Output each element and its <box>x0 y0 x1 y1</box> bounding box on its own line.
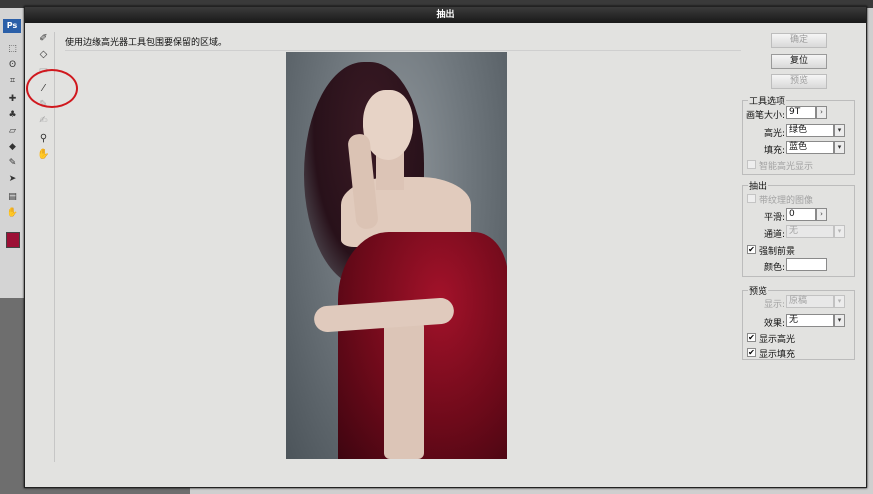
path-select-tool-icon[interactable]: ➤ <box>6 174 19 185</box>
show-highlight-checkbox[interactable]: ✔ <box>747 333 756 342</box>
photoshop-logo: Ps <box>3 19 21 33</box>
show-label: 显示: <box>763 300 785 310</box>
edge-highlighter-tool-icon[interactable]: ✐ <box>36 32 51 46</box>
dialog-title: 抽出 <box>25 7 866 23</box>
marquee-tool-icon[interactable]: ⬚ <box>6 44 19 55</box>
photoshop-toolbox: Ps ⬚ ʘ ⌗ ✚ ♣ ▱ ◆ ✎ ➤ ▤ ✋ <box>0 8 25 298</box>
image-preview-canvas[interactable] <box>286 52 507 459</box>
extract-dialog: 抽出 ✐ ◇ ▭ ⁄ ✎ ✍ ⚲ ✋ 使用边缘高光器工具包围要保留的区域。 确定… <box>24 6 867 488</box>
hand-tool-icon[interactable]: ✋ <box>36 148 51 162</box>
effect-dropdown-icon[interactable]: ▾ <box>834 314 845 327</box>
force-foreground-checkbox[interactable]: ✔ <box>747 245 756 254</box>
annotation-red-circle <box>26 69 78 108</box>
color-label: 颜色: <box>763 263 785 273</box>
fill-tool-icon[interactable]: ◇ <box>36 48 51 62</box>
channel-select[interactable]: 无 <box>786 225 834 238</box>
smooth-label: 平滑: <box>763 213 785 223</box>
preview-button[interactable]: 预览 <box>771 74 827 89</box>
zoom-tool-icon[interactable]: ⚲ <box>36 132 51 146</box>
crop-tool-icon[interactable]: ⌗ <box>6 76 19 87</box>
eraser-tool-icon[interactable]: ▱ <box>6 126 19 137</box>
show-select[interactable]: 原稿 <box>786 295 834 308</box>
smart-highlight-checkbox[interactable] <box>747 160 756 169</box>
highlight-dropdown-icon[interactable]: ▾ <box>834 124 845 137</box>
force-foreground-label: 强制前景 <box>759 247 796 257</box>
show-highlight-label: 显示高光 <box>759 335 796 345</box>
foreground-color-swatch[interactable] <box>6 232 20 248</box>
smart-highlight-label: 智能高光显示 <box>759 162 814 172</box>
healing-tool-icon[interactable]: ✚ <box>6 94 19 105</box>
channel-label: 通道: <box>763 230 785 240</box>
brush-size-label: 画笔大小: <box>745 111 785 121</box>
show-dropdown-icon[interactable]: ▾ <box>834 295 845 308</box>
ok-button[interactable]: 确定 <box>771 33 827 48</box>
smooth-stepper[interactable]: › <box>816 208 827 221</box>
effect-label: 效果: <box>763 319 785 329</box>
divider <box>65 50 741 51</box>
brush-size-stepper[interactable]: › <box>816 106 827 119</box>
tool-options-title: 工具选项 <box>748 94 787 107</box>
notes-tool-icon[interactable]: ▤ <box>6 192 19 203</box>
fill-select[interactable]: 蓝色 <box>786 141 834 154</box>
edge-touchup-tool-icon[interactable]: ✍ <box>36 114 51 128</box>
extraction-title: 抽出 <box>748 179 769 192</box>
color-swatch-field[interactable] <box>786 258 827 271</box>
fill-label: 填充: <box>763 146 785 156</box>
highlight-label: 高光: <box>763 129 785 139</box>
hand-tool-icon[interactable]: ✋ <box>6 208 19 219</box>
pen-tool-icon[interactable]: ✎ <box>6 158 19 169</box>
brush-size-input[interactable]: 9T <box>786 106 816 119</box>
reset-button[interactable]: 复位 <box>771 54 827 69</box>
effect-select[interactable]: 无 <box>786 314 834 327</box>
highlight-select[interactable]: 绿色 <box>786 124 834 137</box>
show-fill-checkbox[interactable]: ✔ <box>747 348 756 357</box>
blur-tool-icon[interactable]: ◆ <box>6 142 19 153</box>
instruction-text: 使用边缘高光器工具包围要保留的区域。 <box>65 38 228 48</box>
channel-dropdown-icon[interactable]: ▾ <box>834 225 845 238</box>
textured-image-checkbox[interactable] <box>747 194 756 203</box>
show-fill-label: 显示填充 <box>759 350 796 360</box>
smooth-input[interactable]: 0 <box>786 208 816 221</box>
lasso-tool-icon[interactable]: ʘ <box>6 60 19 71</box>
textured-image-label: 带纹理的图像 <box>759 196 814 206</box>
preview-title: 预览 <box>748 284 769 297</box>
fill-dropdown-icon[interactable]: ▾ <box>834 141 845 154</box>
photo-leg <box>384 307 424 459</box>
stamp-tool-icon[interactable]: ♣ <box>6 110 19 121</box>
